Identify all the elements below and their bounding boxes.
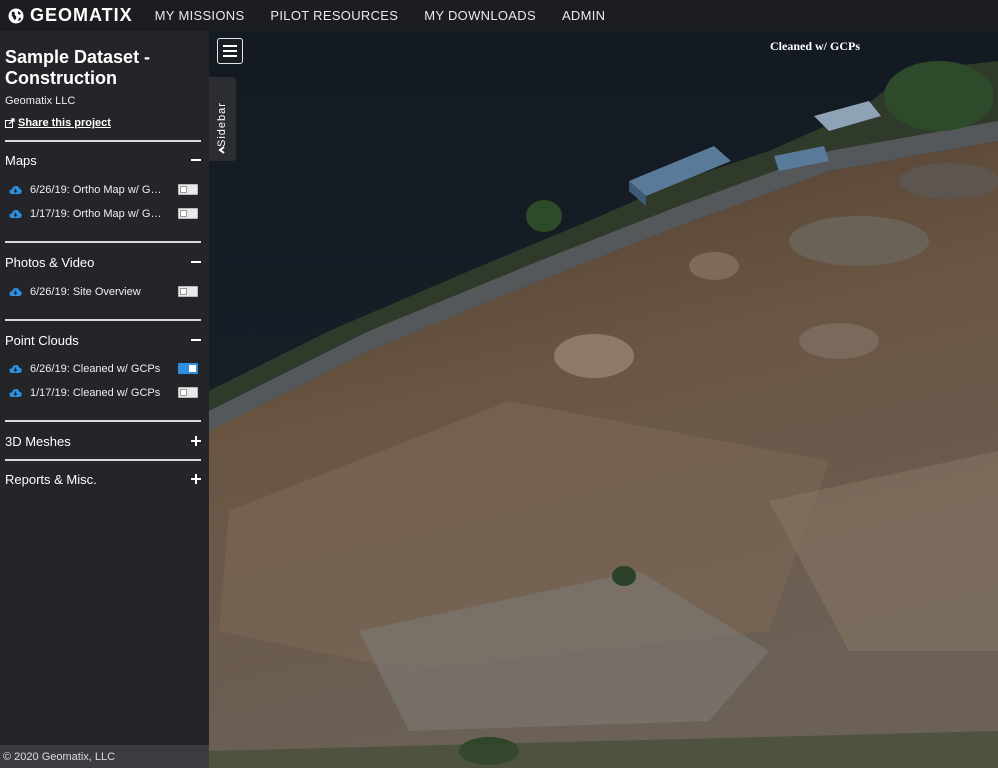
menu-toggle-button[interactable] bbox=[217, 38, 243, 64]
cloud-download-icon bbox=[9, 186, 22, 194]
layer-toggle-switch[interactable] bbox=[178, 208, 198, 219]
chevron-left-icon bbox=[218, 146, 225, 154]
cloud-download-icon bbox=[9, 389, 22, 397]
cloud-download-icon bbox=[9, 210, 22, 218]
layer-toggle-switch[interactable] bbox=[178, 184, 198, 195]
brand-logo[interactable]: GEOMATIX bbox=[8, 5, 133, 26]
section-photos-title: Photos & Video bbox=[5, 254, 95, 270]
nav-admin[interactable]: ADMIN bbox=[562, 8, 605, 23]
layer-label: 6/26/19: Site Overview bbox=[30, 286, 141, 298]
footer: © 2020 Geomatix, LLC bbox=[0, 745, 209, 768]
divider bbox=[5, 420, 201, 422]
layer-toggle-switch[interactable] bbox=[178, 387, 198, 398]
section-maps-header[interactable]: Maps bbox=[5, 150, 201, 170]
layer-label: 6/26/19: Cleaned w/ GCPs bbox=[30, 363, 161, 375]
nav-pilot-resources[interactable]: PILOT RESOURCES bbox=[270, 8, 398, 23]
point-cloud-render bbox=[209, 31, 998, 768]
layer-item-maps-0[interactable]: 6/26/19: Ortho Map w/ GCPs bbox=[9, 182, 198, 198]
section-meshes-header[interactable]: 3D Meshes bbox=[5, 431, 201, 451]
collapse-icon[interactable] bbox=[191, 155, 201, 165]
sidebar-tab-label: Sidebar bbox=[216, 102, 228, 147]
layer-label: 1/17/19: Cleaned w/ GCPs bbox=[30, 387, 161, 399]
project-title: Sample Dataset - Construction bbox=[5, 47, 151, 88]
nav-my-missions[interactable]: MY MISSIONS bbox=[155, 8, 245, 23]
active-layer-label: Cleaned w/ GCPs bbox=[770, 39, 860, 53]
share-project-link[interactable]: Share this project bbox=[5, 117, 111, 129]
section-reports-title: Reports & Misc. bbox=[5, 471, 97, 487]
globe-icon bbox=[8, 8, 24, 23]
divider bbox=[5, 459, 201, 461]
layer-label: 6/26/19: Ortho Map w/ GCPs bbox=[30, 184, 166, 196]
layer-item-pointclouds-1[interactable]: 1/17/19: Cleaned w/ GCPs bbox=[9, 385, 198, 401]
top-navbar: GEOMATIX MY MISSIONS PILOT RESOURCES MY … bbox=[0, 0, 998, 31]
section-pointclouds-header[interactable]: Point Clouds bbox=[5, 330, 201, 350]
share-project-label: Share this project bbox=[18, 117, 111, 129]
section-meshes-title: 3D Meshes bbox=[5, 433, 71, 449]
layer-toggle-switch[interactable] bbox=[178, 363, 198, 374]
divider bbox=[5, 319, 201, 321]
brand-name: GEOMATIX bbox=[30, 5, 133, 25]
section-maps-title: Maps bbox=[5, 152, 37, 168]
collapse-icon[interactable] bbox=[191, 335, 201, 345]
section-pointclouds-title: Point Clouds bbox=[5, 332, 79, 348]
cloud-download-icon bbox=[9, 288, 22, 296]
section-photos-header[interactable]: Photos & Video bbox=[5, 252, 201, 272]
sidebar-toggle-tab[interactable]: Sidebar bbox=[209, 77, 236, 161]
layer-label: 1/17/19: Ortho Map w/ GCPs bbox=[30, 208, 166, 220]
point-cloud-viewer[interactable]: Sidebar Cleaned w/ GCPs bbox=[209, 31, 998, 768]
layer-item-photos-0[interactable]: 6/26/19: Site Overview bbox=[9, 284, 198, 300]
expand-icon[interactable] bbox=[191, 474, 201, 484]
project-org: Geomatix LLC bbox=[5, 95, 76, 107]
layer-item-pointclouds-0[interactable]: 6/26/19: Cleaned w/ GCPs bbox=[9, 361, 198, 377]
sidebar: Sample Dataset - Construction Geomatix L… bbox=[0, 31, 209, 768]
share-icon bbox=[5, 118, 15, 128]
layer-item-maps-1[interactable]: 1/17/19: Ortho Map w/ GCPs bbox=[9, 206, 198, 222]
section-reports-header[interactable]: Reports & Misc. bbox=[5, 469, 201, 489]
cloud-download-icon bbox=[9, 365, 22, 373]
collapse-icon[interactable] bbox=[191, 257, 201, 267]
expand-icon[interactable] bbox=[191, 436, 201, 446]
layer-toggle-switch[interactable] bbox=[178, 286, 198, 297]
nav-my-downloads[interactable]: MY DOWNLOADS bbox=[424, 8, 536, 23]
divider bbox=[5, 140, 201, 142]
divider bbox=[5, 241, 201, 243]
